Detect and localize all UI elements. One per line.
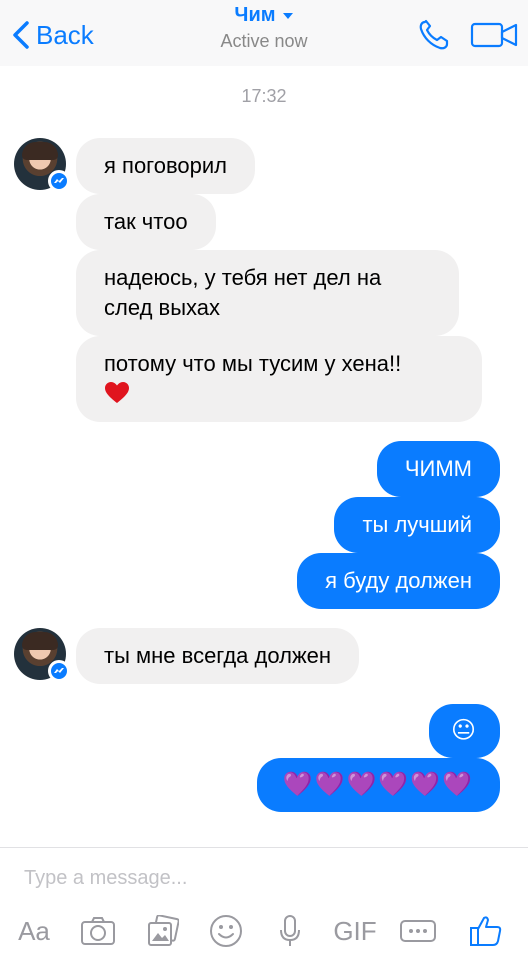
voice-button[interactable] [272,908,308,954]
smiley-icon [210,915,242,947]
contact-avatar[interactable] [14,138,70,192]
message-text: я буду должен [325,568,472,593]
message-text: так чтоо [104,209,188,234]
message-text: я поговорил [104,153,227,178]
contact-avatar[interactable] [14,628,70,682]
incoming-message[interactable]: потому что мы тусим у хена!! [76,336,482,422]
thumbs-up-icon [470,916,502,946]
outgoing-message[interactable]: я буду должен [297,553,500,609]
microphone-icon [280,915,300,946]
more-button[interactable] [398,908,438,954]
incoming-message[interactable]: надеюсь, у тебя нет дел на след выхах [76,250,459,336]
incoming-message[interactable]: ты мне всегда должен [76,628,360,684]
messenger-badge-icon [48,170,70,192]
phone-icon[interactable] [416,18,454,52]
outgoing-message[interactable]: ЧИММ [376,441,500,497]
message-input[interactable] [24,862,504,894]
aa-label: Aa [18,915,50,946]
conversation-header: Back Чим Active now [0,0,528,66]
outgoing-message[interactable]: ты лучший [334,497,500,553]
contact-title[interactable]: Чим [234,4,293,27]
message-text: надеюсь, у тебя нет дел на след выхах [104,265,382,320]
more-icon [400,920,436,942]
chevron-down-icon [282,12,293,19]
avatar-hair [22,142,58,160]
contact-name: Чим [234,4,276,26]
emoji-button[interactable] [206,908,246,954]
message-emoji: 😐 [450,717,478,744]
message-text: ЧИММ [404,456,472,481]
gif-button[interactable]: GIF [330,908,380,954]
message-text: ты мне всегда должен [104,643,332,668]
message-text: потому что мы тусим у хена!! [104,351,402,376]
message-text: ты лучший [362,512,472,537]
contact-info[interactable]: Чим Active now [150,4,378,52]
chevron-left-icon [13,21,29,49]
message-timestamp: 17:32 [241,86,287,106]
gallery-button[interactable] [143,908,183,954]
back-label: Back [36,19,94,50]
incoming-message[interactable]: я поговорил [76,138,255,194]
avatar-hair [22,632,58,650]
text-format-button[interactable]: Aa [14,908,54,954]
camera-icon [81,917,115,945]
composer-toolbar: Aa GIF [0,908,528,954]
red-heart-icon [105,382,129,403]
active-status: Active now [220,31,308,51]
back-button[interactable]: Back [10,20,94,50]
photo-gallery-icon [148,915,179,946]
message-emoji: 💜💜💜💜💜💜 [282,771,474,798]
camera-button[interactable] [78,908,118,954]
gif-label: GIF [333,915,377,946]
incoming-message[interactable]: так чтоо [76,194,216,250]
composer-divider [0,847,528,848]
messenger-badge-icon [48,660,70,682]
video-camera-icon[interactable] [470,20,520,50]
like-button[interactable] [466,908,506,954]
outgoing-message[interactable]: 💜💜💜💜💜💜 [256,758,500,812]
outgoing-message[interactable]: 😐 [428,704,500,758]
